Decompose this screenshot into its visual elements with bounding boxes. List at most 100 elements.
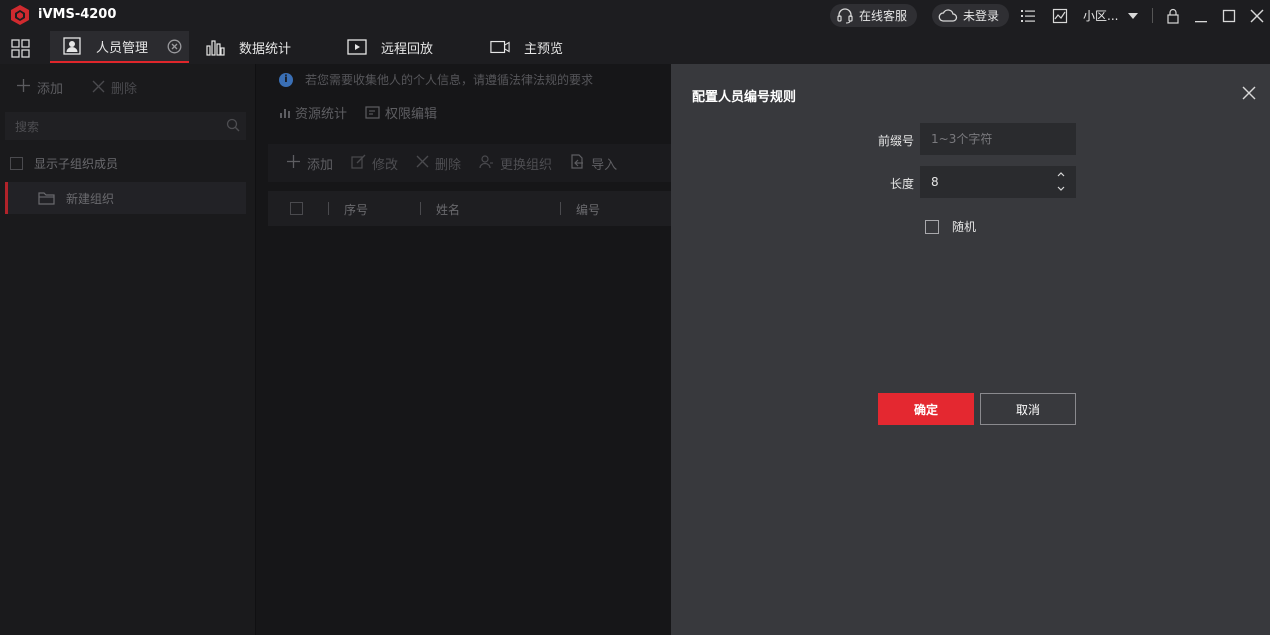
import-button[interactable]: 导入 [570,153,618,173]
subtab-label: 权限编辑 [385,107,438,122]
minimize-icon [1195,21,1207,23]
lock-button[interactable] [1164,7,1182,25]
change-org-label: 更换组织 [500,157,553,173]
module-grid-icon[interactable] [11,39,30,58]
edit-icon [351,154,366,173]
user-swap-icon [479,154,494,173]
org-name: 新建组织 [66,191,115,206]
caret-down-icon [1128,13,1138,19]
tab-data-statistics[interactable]: 数据统计 [205,31,291,63]
folder-icon [38,192,55,205]
tab-person-management[interactable]: 人员管理 [50,31,189,63]
organization-panel: 添加 删除 搜索 显示子组织成员 新建组织 [0,64,256,635]
add-org-button[interactable]: 添加 [16,78,63,97]
length-stepper-input[interactable] [920,166,1076,198]
maximize-button[interactable] [1220,7,1238,25]
plus-icon [16,78,31,97]
checkbox-box[interactable] [10,157,23,170]
search-placeholder: 搜索 [15,119,40,134]
org-search-input[interactable]: 搜索 [5,112,246,140]
subtab-resource-statistics[interactable]: 资源统计 [279,103,347,122]
prefix-label: 前缀号 [877,134,914,148]
community-selector[interactable]: 小区... [1083,7,1118,24]
close-dialog-icon[interactable] [1241,85,1257,101]
delete-org-label: 删除 [111,82,138,97]
show-sub-org-checkbox[interactable]: 显示子组织成员 [10,155,118,172]
add-person-label: 添加 [307,157,334,173]
task-list-button[interactable] [1019,7,1037,25]
add-org-label: 添加 [37,82,64,97]
small-bar-chart-icon [280,108,290,118]
info-icon: i [279,72,293,87]
bar-chart-icon [205,38,225,56]
subtab-permission-edit[interactable]: 权限编辑 [365,103,437,122]
login-status-label: 未登录 [963,9,1000,23]
column-header-number[interactable]: 编号 [576,201,600,218]
privacy-notice: i 若您需要收集他人的个人信息，请遵循法律法规的要求 [279,71,593,88]
activity-chart-icon [1052,8,1068,24]
community-label: 小区... [1083,9,1119,23]
app-title: iVMS-4200 [38,7,117,22]
playback-icon [347,38,367,56]
stepper-arrows-icon[interactable] [1055,169,1067,195]
prefix-input[interactable] [920,123,1076,155]
tab-label: 远程回放 [381,41,434,57]
length-label: 长度 [889,177,914,191]
privacy-notice-text: 若您需要收集他人的个人信息，请遵循法律法规的要求 [305,73,594,87]
cloud-icon [938,8,958,22]
delete-org-button[interactable]: 删除 [92,78,137,97]
select-all-checkbox[interactable] [290,202,303,215]
minimize-button[interactable] [1192,7,1210,25]
login-button[interactable]: 未登录 [932,4,1010,27]
org-tree-item[interactable]: 新建组织 [5,182,246,214]
x-icon [92,78,105,97]
ok-button[interactable]: 确定 [878,393,974,425]
list-icon [1021,10,1035,22]
community-dropdown[interactable] [1124,7,1142,25]
person-list-area: i 若您需要收集他人的个人信息，请遵循法律法规的要求 资源统计 权限编辑 添加 [257,64,671,635]
column-header-name[interactable]: 姓名 [436,201,460,218]
search-icon[interactable] [226,118,240,132]
column-divider [328,202,329,215]
person-card-icon [62,37,82,55]
random-checkbox-box[interactable] [925,219,939,234]
title-bar: iVMS-4200 在线客服 未登录 小区... [0,0,1270,31]
person-toolbar: 添加 修改 删除 更换组织 导入 [268,144,671,182]
column-header-index[interactable]: 序号 [344,201,368,218]
cancel-button[interactable]: 取消 [980,393,1076,425]
person-number-rule-dialog: 配置人员编号规则 前缀号 长度 随机 确定 取消 [671,64,1270,635]
random-label: 随机 [952,220,977,234]
headset-icon [837,7,853,24]
x-icon [416,154,429,172]
dialog-title: 配置人员编号规则 [692,90,797,105]
add-person-button[interactable]: 添加 [286,154,333,173]
person-table-header: 序号 姓名 编号 [268,191,671,226]
sub-tab-bar: 资源统计 权限编辑 [279,103,455,122]
show-sub-org-label: 显示子组织成员 [34,157,119,171]
tab-label: 人员管理 [96,40,149,56]
close-window-button[interactable] [1248,7,1266,25]
app-logo-icon [11,5,29,25]
module-tab-bar: 人员管理 数据统计 远程回放 主预览 [0,31,1270,64]
column-divider [420,202,421,215]
tab-remote-playback[interactable]: 远程回放 [347,31,433,63]
maximize-icon [1222,9,1236,23]
change-org-button[interactable]: 更换组织 [479,154,552,173]
close-tab-icon[interactable] [167,39,182,54]
lock-icon [1167,8,1179,24]
random-checkbox[interactable]: 随机 [925,218,976,235]
plus-icon [286,154,301,173]
monitor-status-button[interactable] [1051,7,1069,25]
online-service-button[interactable]: 在线客服 [830,4,918,27]
modify-person-button[interactable]: 修改 [351,154,398,173]
close-icon [1250,9,1264,23]
import-label: 导入 [591,157,618,173]
delete-person-button[interactable]: 删除 [416,154,461,173]
delete-person-label: 删除 [435,157,462,173]
modify-person-label: 修改 [372,157,399,173]
tab-main-preview[interactable]: 主预览 [490,31,563,63]
subtab-label: 资源统计 [295,107,348,122]
titlebar-divider [1152,8,1153,23]
column-divider [560,202,561,215]
permission-edit-icon [365,106,380,119]
